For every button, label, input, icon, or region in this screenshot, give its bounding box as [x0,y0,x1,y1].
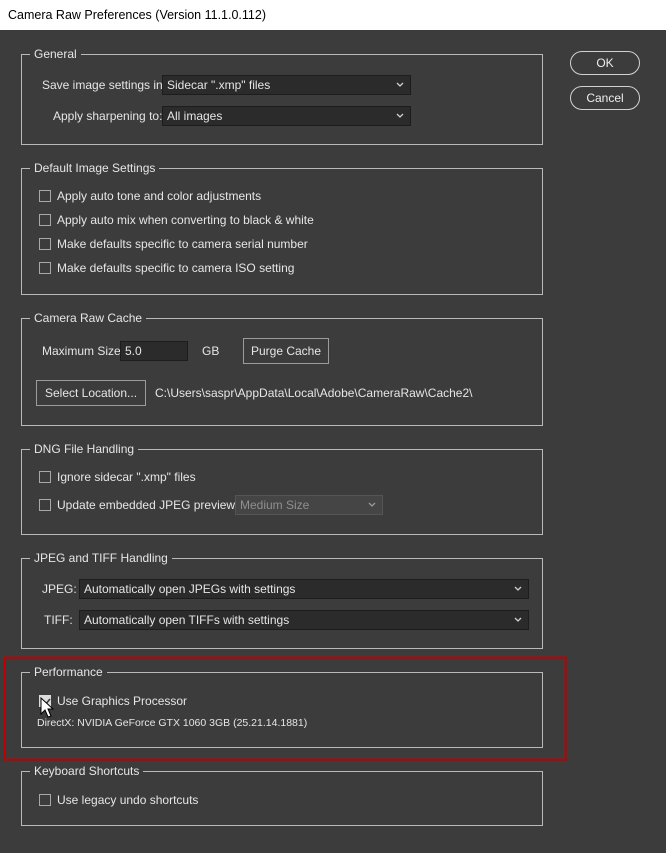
tiff-label: TIFF: [44,613,73,627]
jpeg-label: JPEG: [42,582,77,596]
performance-highlight-frame [4,657,567,761]
save-settings-value: Sidecar ".xmp" files [167,78,271,92]
chevron-down-icon [514,586,522,591]
save-settings-select[interactable]: Sidecar ".xmp" files [162,75,411,95]
chevron-down-icon [514,617,522,622]
keyboard-shortcuts-group: Keyboard Shortcuts Use legacy undo short… [21,764,543,826]
auto-tone-checkbox[interactable] [39,190,51,202]
serial-number-checkbox[interactable] [39,238,51,250]
serial-number-label: Make defaults specific to camera serial … [57,237,308,251]
general-legend: General [30,47,81,61]
dng-file-handling-group: DNG File Handling Ignore sidecar ".xmp" … [21,442,543,535]
iso-setting-label: Make defaults specific to camera ISO set… [57,261,295,275]
ignore-sidecar-checkbox[interactable] [39,471,51,483]
chevron-down-icon [396,82,404,87]
auto-mix-label: Apply auto mix when converting to black … [57,213,314,227]
max-size-input[interactable]: 5.0 [120,341,188,361]
dng-legend: DNG File Handling [30,442,139,456]
default-image-settings-group: Default Image Settings Apply auto tone a… [21,161,543,295]
ok-button[interactable]: OK [570,51,640,75]
cache-path: C:\Users\saspr\AppData\Local\Adobe\Camer… [155,386,473,400]
legacy-undo-label: Use legacy undo shortcuts [57,793,199,807]
max-size-label: Maximum Size: [42,344,125,358]
ignore-sidecar-label: Ignore sidecar ".xmp" files [57,470,196,484]
cache-legend: Camera Raw Cache [30,311,147,325]
purge-cache-button[interactable]: Purge Cache [243,338,329,364]
chevron-down-icon [396,113,404,118]
chevron-down-icon [368,502,376,507]
save-settings-label: Save image settings in: [42,78,167,92]
legacy-undo-checkbox[interactable] [39,794,51,806]
tiff-handling-value: Automatically open TIFFs with settings [84,613,290,627]
sharpening-value: All images [167,109,223,123]
preferences-dialog: OK Cancel General Save image settings in… [0,30,666,853]
auto-tone-label: Apply auto tone and color adjustments [57,189,262,203]
cancel-button[interactable]: Cancel [570,86,640,110]
preview-size-select[interactable]: Medium Size [235,495,383,515]
jpeg-tiff-legend: JPEG and TIFF Handling [30,551,172,565]
sharpening-label: Apply sharpening to: [53,109,163,123]
preview-size-value: Medium Size [240,498,310,512]
jpeg-handling-value: Automatically open JPEGs with settings [84,582,296,596]
sharpening-select[interactable]: All images [162,106,411,126]
select-location-button[interactable]: Select Location... [36,380,146,406]
jpeg-tiff-handling-group: JPEG and TIFF Handling JPEG: Automatical… [21,551,543,649]
window-title: Camera Raw Preferences (Version 11.1.0.1… [0,0,666,30]
size-unit-label: GB [202,344,220,358]
update-previews-checkbox[interactable] [39,499,51,511]
default-settings-legend: Default Image Settings [30,161,160,175]
shortcuts-legend: Keyboard Shortcuts [30,764,144,778]
camera-raw-cache-group: Camera Raw Cache Maximum Size: 5.0 GB Pu… [21,311,543,426]
auto-mix-checkbox[interactable] [39,214,51,226]
tiff-handling-select[interactable]: Automatically open TIFFs with settings [79,610,529,630]
update-previews-label: Update embedded JPEG previews: [57,498,245,512]
general-group: General Save image settings in: Sidecar … [21,47,543,145]
jpeg-handling-select[interactable]: Automatically open JPEGs with settings [79,579,529,599]
iso-setting-checkbox[interactable] [39,262,51,274]
